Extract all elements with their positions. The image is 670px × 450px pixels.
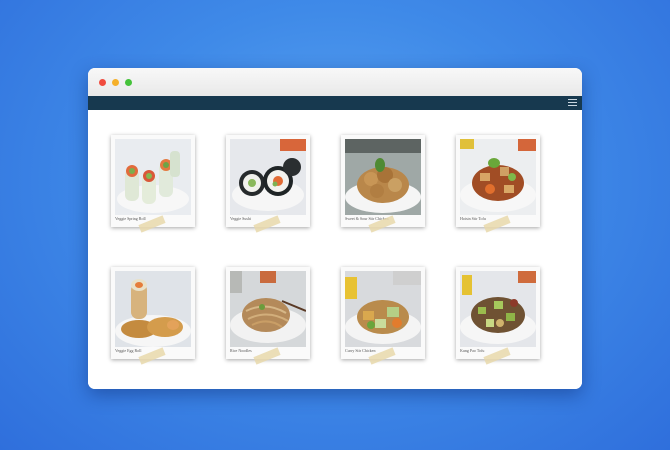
gallery-card[interactable]: Hoisin Stir Tofu xyxy=(456,135,540,233)
gallery-card[interactable]: Veggie Spring Roll xyxy=(111,135,195,233)
food-photo xyxy=(115,271,191,347)
gallery-card[interactable]: Veggie Sushi xyxy=(226,135,310,233)
food-photo xyxy=(345,139,421,215)
gallery-card[interactable]: Rice Noodles xyxy=(226,267,310,365)
gallery-card[interactable]: Kung Pao Tofu xyxy=(456,267,540,365)
gallery-card[interactable]: Sweet & Sour Stir Chicken xyxy=(341,135,425,233)
food-photo xyxy=(460,139,536,215)
gallery-card[interactable]: Veggie Egg Roll xyxy=(111,267,195,365)
gallery-card[interactable]: Curry Stir Chicken xyxy=(341,267,425,365)
browser-window: Veggie Spring Roll Veggie Sushi Sweet & … xyxy=(88,68,582,389)
zoom-button[interactable] xyxy=(125,79,132,86)
minimize-button[interactable] xyxy=(112,79,119,86)
title-bar xyxy=(88,68,582,96)
gallery-grid: Veggie Spring Roll Veggie Sushi Sweet & … xyxy=(88,110,582,389)
food-photo xyxy=(230,139,306,215)
food-photo xyxy=(230,271,306,347)
food-photo xyxy=(460,271,536,347)
hamburger-menu-icon[interactable] xyxy=(568,99,577,107)
food-photo xyxy=(115,139,191,215)
food-photo xyxy=(345,271,421,347)
close-button[interactable] xyxy=(99,79,106,86)
nav-bar xyxy=(88,96,582,110)
